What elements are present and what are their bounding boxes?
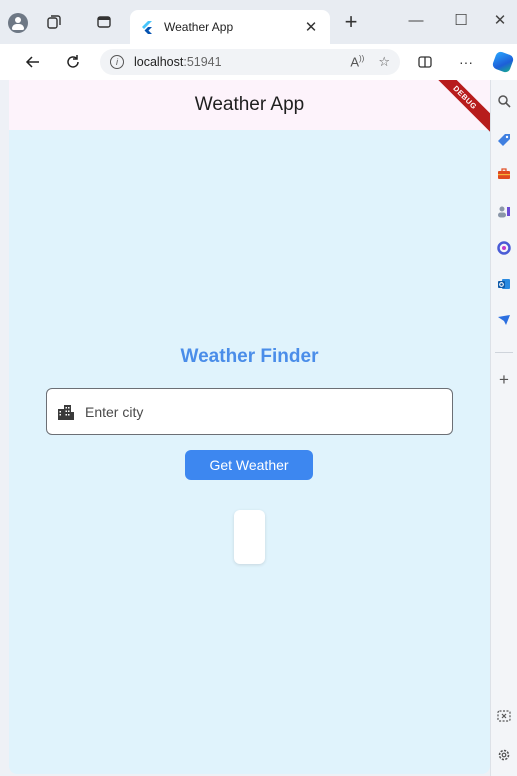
info-icon[interactable]: i [110, 55, 124, 69]
workspaces-icon[interactable] [40, 8, 68, 36]
city-field[interactable] [46, 388, 453, 435]
read-aloud-icon[interactable]: A)) [350, 54, 364, 69]
screenshot-icon[interactable] [496, 708, 512, 724]
back-arrow-icon[interactable] [20, 49, 46, 75]
outlook-icon[interactable] [496, 276, 512, 292]
new-tab-button[interactable]: + [338, 10, 364, 36]
tab-title: Weather App [164, 20, 234, 34]
maximize-button[interactable]: ☐ [441, 6, 481, 36]
browser-toolbar: i localhost:51941 A)) ☆ ··· [0, 44, 517, 80]
more-options-button[interactable]: ··· [453, 49, 479, 75]
weather-finder-title: Weather Finder [180, 346, 319, 367]
split-screen-icon[interactable] [412, 49, 438, 75]
city-icon [57, 403, 75, 421]
flutter-icon [140, 20, 154, 34]
page-viewport: Weather App DEBUG Weather Finder Get Wea… [9, 80, 490, 774]
settings-icon[interactable] [496, 747, 512, 763]
minimize-button[interactable]: — [396, 6, 436, 36]
get-weather-button[interactable]: Get Weather [185, 450, 313, 480]
people-icon[interactable] [496, 204, 512, 220]
weather-result-card [234, 510, 265, 564]
search-icon[interactable] [496, 93, 512, 109]
refresh-icon[interactable] [60, 49, 86, 75]
browser-tab-weather-app[interactable]: Weather App ✕ [130, 10, 330, 44]
tab-actions-icon[interactable] [90, 8, 118, 36]
office-icon[interactable] [496, 240, 512, 256]
browser-title-bar: Weather App ✕ + — ☐ ✕ [0, 0, 517, 44]
profile-icon[interactable] [8, 13, 28, 33]
send-icon[interactable] [496, 312, 512, 328]
copilot-icon[interactable] [491, 50, 515, 74]
url-text[interactable]: localhost:51941 [134, 55, 336, 69]
app-title: Weather App [194, 94, 305, 115]
close-window-button[interactable]: ✕ [483, 6, 517, 36]
edge-sidebar: + [490, 80, 517, 776]
city-input[interactable] [85, 403, 452, 420]
tab-close-icon[interactable]: ✕ [302, 18, 320, 36]
url-host: localhost [134, 55, 184, 69]
sidebar-separator [495, 352, 513, 353]
url-port: :51941 [183, 55, 222, 69]
toolbox-icon[interactable] [496, 166, 512, 182]
debug-banner: DEBUG [428, 80, 490, 134]
app-bar: Weather App DEBUG [9, 80, 490, 134]
tag-icon[interactable] [496, 132, 512, 148]
add-icon[interactable]: + [496, 370, 512, 389]
star-icon[interactable]: ☆ [378, 54, 390, 70]
address-bar[interactable]: i localhost:51941 A)) ☆ [100, 49, 400, 75]
